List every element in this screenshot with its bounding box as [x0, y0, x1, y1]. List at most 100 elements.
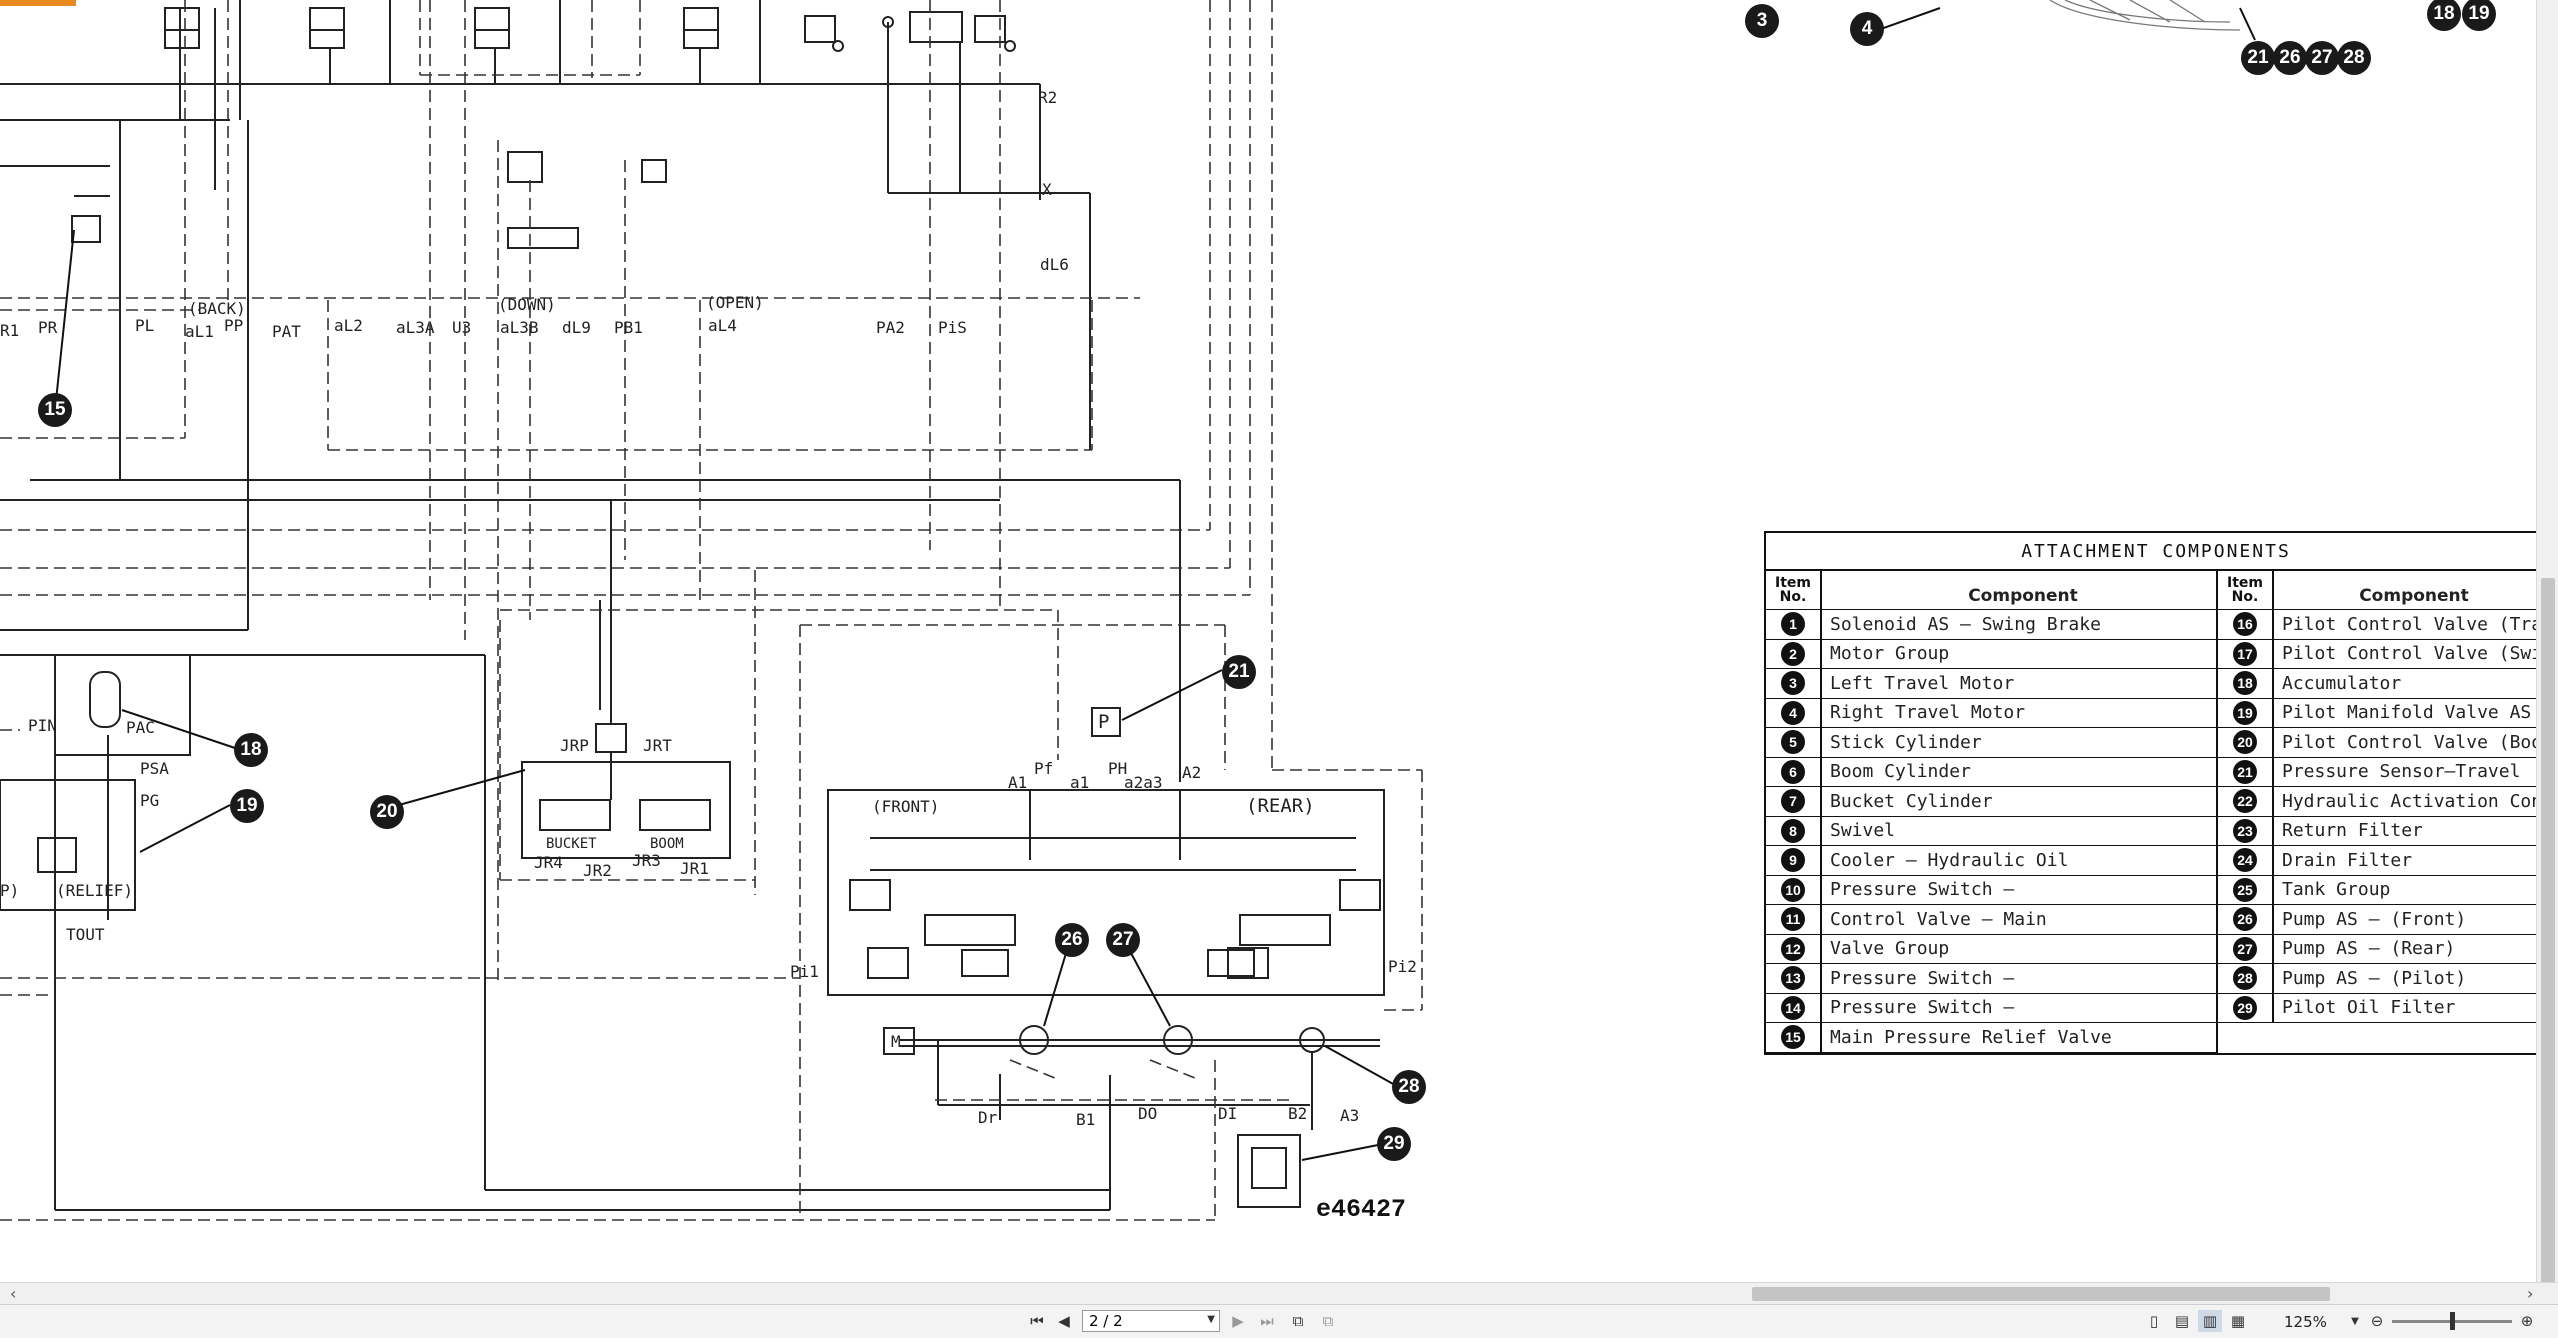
- header-component: Component: [1968, 586, 2078, 606]
- label-jr4: JR4: [534, 853, 563, 872]
- last-page-icon[interactable]: ⏭: [1256, 1310, 1278, 1332]
- label-pat: PAT: [272, 322, 301, 341]
- label-al1: aL1: [185, 322, 214, 341]
- item-number-badge: 16: [2233, 612, 2257, 637]
- label-do: DO: [1138, 1104, 1157, 1123]
- item-number-badge: 9: [1781, 848, 1805, 873]
- table-row: 29 Pilot Oil Filter: [2218, 993, 2546, 1023]
- zoom-slider-thumb[interactable]: [2450, 1312, 2455, 1330]
- table-header-row: Item No. Component: [1766, 571, 2216, 610]
- table-row: 18 Accumulator: [2218, 669, 2546, 699]
- component-name: Stick Cylinder: [1830, 731, 1982, 753]
- previous-page-icon[interactable]: ◀: [1054, 1310, 1074, 1332]
- callout-4: 4: [1850, 12, 1884, 46]
- header-item-no: Item No.: [1766, 571, 1822, 609]
- callout-21: 21: [1222, 655, 1256, 689]
- callout-28-top: 28: [2337, 41, 2371, 75]
- component-name: Bucket Cylinder: [1830, 790, 1993, 812]
- next-page-icon[interactable]: ▶: [1228, 1310, 1248, 1332]
- label-a2a3: a2a3: [1124, 773, 1163, 792]
- table-row: 20 Pilot Control Valve (Boo: [2218, 728, 2546, 758]
- first-page-icon[interactable]: ⏮: [1026, 1310, 1048, 1332]
- copy-icon[interactable]: ⧉: [1286, 1310, 1310, 1332]
- label-al3b: aL3B: [500, 318, 539, 337]
- item-number-badge: 23: [2233, 818, 2257, 843]
- item-number-cell: 24: [2218, 846, 2274, 875]
- label-relief: (RELIEF): [56, 881, 133, 900]
- label-al2: aL2: [334, 316, 363, 335]
- vertical-scrollbar-thumb[interactable]: [2541, 578, 2555, 1282]
- label-pl: PL: [135, 316, 154, 335]
- table-row: 1 Solenoid AS – Swing Brake: [1766, 610, 2216, 640]
- component-name: Boom Cylinder: [1830, 761, 1971, 783]
- label-pi2: Pi2: [1388, 957, 1417, 976]
- item-number-cell: 22: [2218, 787, 2274, 816]
- two-page-view-icon[interactable]: ▥: [2198, 1310, 2222, 1332]
- item-number-badge: 17: [2233, 641, 2257, 666]
- item-number-cell: 13: [1766, 964, 1822, 993]
- table-left-block: Item No. Component 1 Solenoid AS – Swing Bra…: [1766, 571, 2218, 1053]
- scroll-left-arrow-icon[interactable]: ‹: [10, 1284, 16, 1303]
- component-name: Solenoid AS – Swing Brake: [1830, 613, 2101, 635]
- vertical-scrollbar[interactable]: [2536, 0, 2558, 1282]
- header-item-no: Item No.: [2218, 571, 2274, 609]
- label-a3: A3: [1340, 1106, 1359, 1125]
- callout-26-top: 26: [2273, 41, 2307, 75]
- label-pbox: P: [1098, 711, 1109, 733]
- item-number-cell: 18: [2218, 669, 2274, 698]
- item-number-badge: 8: [1781, 818, 1805, 843]
- table-row: 27 Pump AS – (Rear): [2218, 934, 2546, 964]
- component-name: Pressure Switch –: [1830, 997, 2015, 1019]
- horizontal-scrollbar-thumb[interactable]: [1752, 1287, 2330, 1301]
- single-page-view-icon[interactable]: ▯: [2142, 1310, 2166, 1332]
- component-name: Pilot Oil Filter: [2282, 997, 2456, 1019]
- zoom-in-icon[interactable]: ⊕: [2516, 1310, 2538, 1332]
- callout-3: 3: [1745, 4, 1779, 38]
- label-a1-pilot: a1: [1070, 773, 1089, 792]
- table-row: 10 Pressure Switch –: [1766, 875, 2216, 905]
- callout-20: 20: [370, 795, 404, 829]
- component-name: Swivel: [1830, 820, 1896, 842]
- item-number-cell: 16: [2218, 610, 2274, 639]
- zoom-out-icon[interactable]: ⊖: [2366, 1310, 2388, 1332]
- component-name: Tank Group: [2282, 879, 2391, 901]
- label-dr: Dr: [978, 1108, 998, 1127]
- item-number-badge: 7: [1781, 789, 1805, 814]
- paste-icon[interactable]: ⧉: [1316, 1310, 1340, 1332]
- table-row: 6 Boom Cylinder: [1766, 757, 2216, 787]
- table-row: 7 Bucket Cylinder: [1766, 787, 2216, 817]
- callout-27-top: 27: [2305, 41, 2339, 75]
- component-name: Pump AS – (Front): [2282, 908, 2467, 930]
- label-pr: PR: [38, 318, 58, 337]
- component-name: Accumulator: [2282, 672, 2402, 694]
- table-row: 28 Pump AS – (Pilot): [2218, 964, 2546, 994]
- item-number-cell: 25: [2218, 875, 2274, 904]
- item-number-cell: 5: [1766, 728, 1822, 757]
- item-number-badge: 26: [2233, 907, 2257, 932]
- page-number-select[interactable]: 2 / 2 ▼: [1082, 1310, 1220, 1332]
- horizontal-scrollbar[interactable]: ‹ ›: [0, 1282, 2558, 1305]
- zoom-dropdown-icon[interactable]: ▼: [2348, 1310, 2362, 1332]
- label-a1: A1: [1008, 773, 1027, 792]
- label-pis: PiS: [938, 318, 967, 337]
- document-viewport[interactable]: R2 X dL6 (BACK) (DOWN) (OPEN) R1 PR PL a…: [0, 0, 2558, 1282]
- label-u3: U3: [452, 318, 471, 337]
- item-number-cell: 1: [1766, 610, 1822, 639]
- component-name: Main Pressure Relief Valve: [1830, 1026, 2112, 1048]
- item-number-cell: 19: [2218, 698, 2274, 727]
- label-dl9: dL9: [562, 318, 591, 337]
- label-rear: (REAR): [1246, 795, 1315, 817]
- item-number-badge: 25: [2233, 877, 2257, 902]
- scroll-right-arrow-icon[interactable]: ›: [2527, 1284, 2533, 1303]
- item-number-badge: 29: [2233, 995, 2257, 1020]
- header-component: Component: [2359, 586, 2469, 606]
- two-page-continuous-icon[interactable]: ▦: [2226, 1310, 2250, 1332]
- table-row: 4 Right Travel Motor: [1766, 698, 2216, 728]
- label-tout: TOUT: [66, 925, 105, 944]
- continuous-view-icon[interactable]: ▤: [2170, 1310, 2194, 1332]
- label-r1: R1: [0, 321, 19, 340]
- component-name: Pilot Manifold Valve AS: [2282, 702, 2532, 724]
- item-number-badge: 6: [1781, 759, 1805, 784]
- header-item-line2: No.: [2231, 589, 2259, 605]
- label-al4: aL4: [708, 316, 737, 335]
